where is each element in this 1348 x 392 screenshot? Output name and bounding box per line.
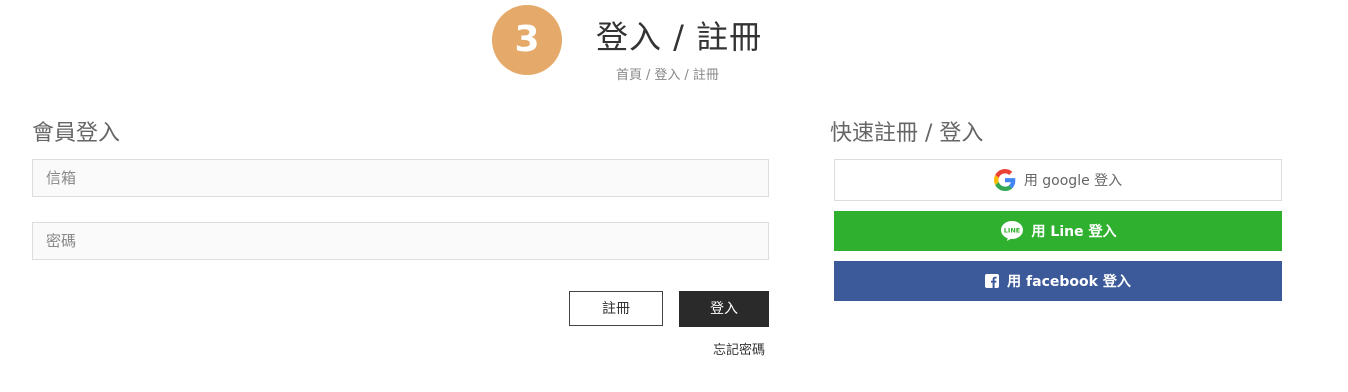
breadcrumb-separator: / [684,68,689,83]
google-login-button[interactable]: 用 google 登入 [834,159,1282,201]
line-logo-text: LINE [1003,227,1019,235]
email-field[interactable] [32,159,769,197]
line-login-label: 用 Line 登入 [1031,224,1117,240]
breadcrumb-home[interactable]: 首頁 [616,68,642,83]
facebook-login-button[interactable]: 用 facebook 登入 [834,261,1282,301]
breadcrumb-register: 註冊 [692,68,719,83]
page-title: 登入 / 註冊 [596,18,763,56]
member-login-title: 會員登入 [32,121,121,146]
google-login-label: 用 google 登入 [1023,173,1123,189]
register-button[interactable]: 註冊 [569,291,663,326]
breadcrumb: 首頁 / 登入 / 註冊 [616,64,719,83]
line-logo-icon: LINE [1000,220,1024,242]
breadcrumb-separator: / [646,68,651,83]
quick-register-title: 快速註冊 / 登入 [830,121,984,146]
google-g-icon [993,169,1016,191]
password-field[interactable] [32,222,769,260]
line-login-button[interactable]: LINE 用 Line 登入 [834,211,1282,251]
step-number-badge: 3 [492,5,562,75]
login-page: 3 登入 / 註冊 首頁/登入/註冊 會員登入 註冊 登入 忘記密碼 快速註冊 … [0,0,1348,392]
forgot-password-link[interactable]: 忘記密碼 [713,339,765,358]
login-button[interactable]: 登入 [679,291,769,327]
breadcrumb-login[interactable]: 登入 [654,68,680,83]
facebook-login-label: 用 facebook 登入 [1007,274,1131,290]
facebook-f-icon [985,274,1000,288]
